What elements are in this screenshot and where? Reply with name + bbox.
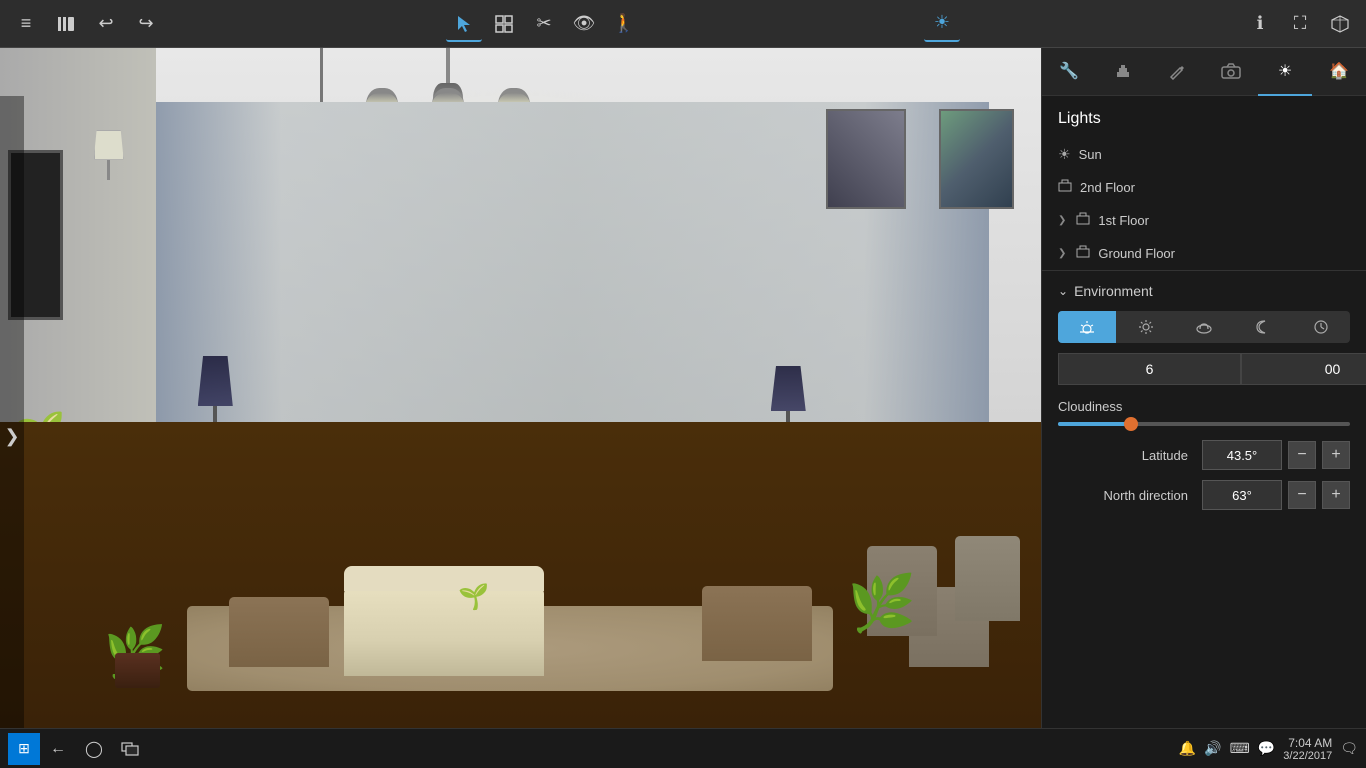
panel-tab-home[interactable]: 🏠: [1312, 48, 1366, 96]
top-toolbar: ≡ ↩ ↪ ✂ 👁 🚶 ☀ ℹ ⛶: [0, 0, 1366, 48]
time-of-day-buttons: [1058, 311, 1350, 343]
taskbar-clock: 7:04 AM: [1283, 736, 1332, 750]
plant-right-large: 🌿: [848, 571, 916, 636]
artwork-right-1: [826, 109, 906, 209]
taskbar-right: 🔔 🔊 ⌨ 💬 7:04 AM 3/22/2017 🗨: [1179, 736, 1358, 762]
ground-floor-chevron: ❯: [1058, 248, 1066, 259]
time-minute-input[interactable]: [1241, 353, 1366, 385]
3d-viewport[interactable]: ❯: [0, 48, 1041, 728]
menu-button[interactable]: ≡: [8, 6, 44, 42]
north-direction-input[interactable]: [1202, 480, 1282, 510]
latitude-row: Latitude − +: [1058, 440, 1350, 470]
chair-left: [229, 597, 329, 667]
taskbar-lang-icon[interactable]: 💬: [1258, 740, 1275, 757]
1st-floor-label: 1st Floor: [1098, 213, 1350, 228]
north-direction-minus-button[interactable]: −: [1288, 481, 1316, 509]
time-btn-cloud[interactable]: [1175, 311, 1233, 343]
left-panel-arrow[interactable]: ❯: [0, 96, 24, 728]
environment-header[interactable]: ⌄ Environment: [1058, 283, 1350, 299]
fullscreen-tool[interactable]: ⛶: [1282, 6, 1318, 42]
main-area: ❯: [0, 48, 1366, 728]
view3d-tool[interactable]: 👁: [566, 6, 602, 42]
artwork-right-2: [939, 109, 1014, 209]
time-inputs: [1058, 353, 1350, 385]
taskbar: ⊞ ← ◯ 🔔 🔊 ⌨ 💬 7:04 AM 3/22/2017 🗨: [0, 728, 1366, 768]
latitude-label: Latitude: [1058, 448, 1188, 463]
cloudiness-thumb[interactable]: [1124, 417, 1138, 431]
side-panel: 🔧 ☀: [1041, 48, 1366, 728]
3d-scene: 🌱 🌿 🌿: [0, 48, 1041, 728]
light-item-1st-floor[interactable]: ❯ 1st Floor: [1042, 204, 1366, 237]
2nd-floor-label: 2nd Floor: [1080, 180, 1350, 195]
lights-title: Lights: [1042, 96, 1366, 138]
panel-content: Lights ☀ Sun 2nd Floor ❯: [1042, 96, 1366, 728]
light-item-2nd-floor[interactable]: 2nd Floor: [1042, 171, 1366, 204]
info-tool[interactable]: ℹ: [1242, 6, 1278, 42]
cloudiness-label: Cloudiness: [1058, 399, 1350, 414]
undo-button[interactable]: ↩: [88, 6, 124, 42]
dining-chair-3: [955, 536, 1020, 621]
taskbar-notification-icon[interactable]: 🔔: [1179, 740, 1196, 757]
taskbar-date: 3/22/2017: [1283, 750, 1332, 762]
taskbar-multitask[interactable]: [114, 733, 146, 765]
objects-tool[interactable]: [486, 6, 522, 42]
environment-section: ⌄ Environment: [1042, 270, 1366, 532]
taskbar-cortana[interactable]: ◯: [78, 733, 110, 765]
cloudiness-track: [1058, 422, 1350, 426]
latitude-plus-button[interactable]: +: [1322, 441, 1350, 469]
floor: 🌿 🌿 🌱: [0, 422, 1041, 728]
north-direction-row: North direction − +: [1058, 480, 1350, 510]
taskbar-volume-icon[interactable]: 🔊: [1204, 740, 1221, 757]
ground-floor-label: Ground Floor: [1098, 246, 1350, 261]
sun-light-icon: ☀: [1058, 146, 1071, 163]
north-direction-label: North direction: [1058, 488, 1188, 503]
latitude-minus-button[interactable]: −: [1288, 441, 1316, 469]
start-button[interactable]: ⊞: [8, 733, 40, 765]
select-tool[interactable]: [446, 6, 482, 42]
cloudiness-slider[interactable]: [1058, 422, 1350, 426]
back-wall: [156, 102, 989, 456]
sun-light-label: Sun: [1079, 147, 1350, 162]
1st-floor-light-icon: [1076, 212, 1090, 229]
north-direction-plus-button[interactable]: +: [1322, 481, 1350, 509]
time-btn-moon[interactable]: [1233, 311, 1291, 343]
panel-tab-settings[interactable]: 🔧: [1042, 48, 1096, 96]
time-btn-sun[interactable]: [1116, 311, 1174, 343]
redo-button[interactable]: ↪: [128, 6, 164, 42]
light-item-ground-floor[interactable]: ❯ Ground Floor: [1042, 237, 1366, 270]
chair-right: [702, 586, 812, 661]
environment-chevron: ⌄: [1058, 284, 1068, 298]
latitude-input[interactable]: [1202, 440, 1282, 470]
panel-tab-edit[interactable]: [1150, 48, 1204, 96]
walk-tool[interactable]: 🚶: [606, 6, 642, 42]
1st-floor-chevron: ❯: [1058, 215, 1066, 226]
measure-tool[interactable]: ✂: [526, 6, 562, 42]
environment-label: Environment: [1074, 283, 1153, 299]
ground-floor-light-icon: [1076, 245, 1090, 262]
2nd-floor-light-icon: [1058, 179, 1072, 196]
basket-pot: [115, 653, 160, 688]
light-item-sun[interactable]: ☀ Sun: [1042, 138, 1366, 171]
taskbar-input-icon[interactable]: ⌨: [1230, 740, 1250, 757]
sofa: [344, 586, 544, 676]
taskbar-notifications-panel[interactable]: 🗨: [1340, 740, 1358, 757]
cloudiness-fill: [1058, 422, 1131, 426]
taskbar-back[interactable]: ←: [42, 733, 74, 765]
center-plant: 🌱: [458, 583, 489, 612]
panel-tab-lights[interactable]: ☀: [1258, 48, 1312, 96]
time-btn-sunrise[interactable]: [1058, 311, 1116, 343]
wall-lamp: [94, 130, 124, 180]
panel-toolbar: 🔧 ☀: [1042, 48, 1366, 96]
panel-tab-build[interactable]: [1096, 48, 1150, 96]
library-button[interactable]: [48, 6, 84, 42]
time-hour-input[interactable]: [1058, 353, 1241, 385]
taskbar-time[interactable]: 7:04 AM 3/22/2017: [1283, 736, 1332, 762]
3dbox-tool[interactable]: [1322, 6, 1358, 42]
time-btn-clock[interactable]: [1292, 311, 1350, 343]
panel-tab-camera[interactable]: [1204, 48, 1258, 96]
sun-tool[interactable]: ☀: [924, 6, 960, 42]
